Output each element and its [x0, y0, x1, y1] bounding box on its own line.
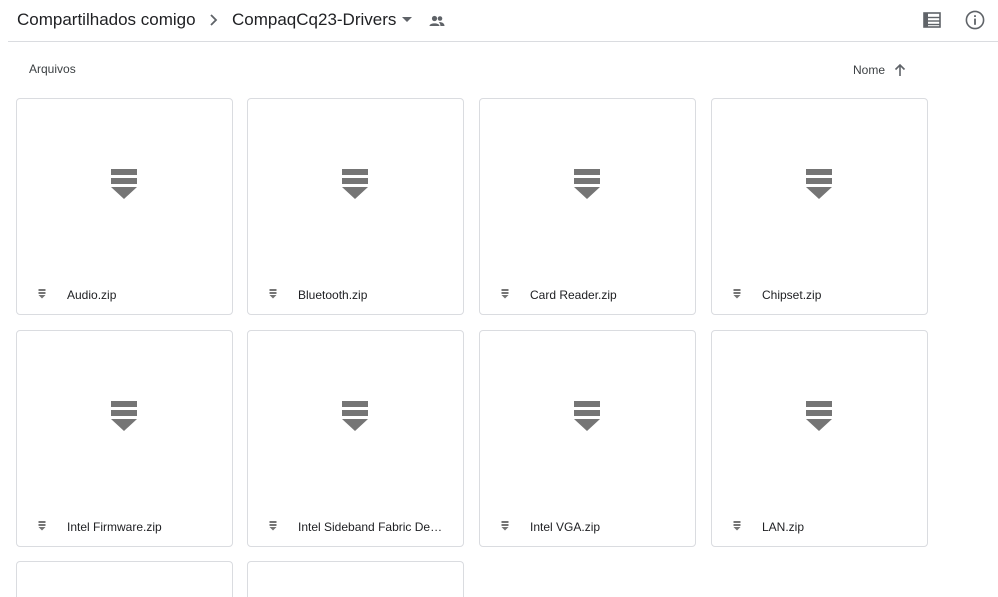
zip-file-icon: [342, 401, 368, 431]
file-name: Chipset.zip: [762, 288, 822, 302]
breadcrumb-current-folder[interactable]: CompaqCq23-Drivers: [232, 10, 396, 30]
zip-file-small-icon: [733, 521, 741, 531]
zip-file-icon: [574, 401, 600, 431]
file-name: Intel Sideband Fabric Devic...: [298, 520, 448, 534]
zip-file-icon: [806, 401, 832, 431]
chevron-right-icon: [210, 14, 218, 26]
breadcrumb-shared-with-me[interactable]: Compartilhados comigo: [17, 10, 196, 30]
section-label-files: Arquivos: [29, 62, 76, 76]
file-card[interactable]: Chipset.zip: [711, 98, 928, 315]
zip-file-small-icon: [38, 521, 46, 531]
zip-file-icon: [574, 169, 600, 199]
file-name: Bluetooth.zip: [298, 288, 368, 302]
file-name: Intel VGA.zip: [530, 520, 601, 534]
zip-file-icon: [111, 401, 137, 431]
sort-by-name-button[interactable]: Nome: [853, 60, 906, 80]
file-name: Audio.zip: [67, 288, 117, 302]
file-card[interactable]: Intel Firmware.zip: [16, 330, 233, 547]
zip-file-small-icon: [501, 521, 509, 531]
zip-file-small-icon: [38, 289, 46, 299]
caret-down-icon[interactable]: [402, 17, 412, 22]
zip-file-small-icon: [269, 289, 277, 299]
top-bar: Compartilhados comigo CompaqCq23-Drivers: [8, 0, 998, 42]
people-icon: [429, 15, 445, 26]
file-card-partial[interactable]: [16, 561, 233, 597]
info-icon[interactable]: [964, 9, 986, 31]
zip-file-small-icon: [501, 289, 509, 299]
list-view-icon[interactable]: [922, 10, 942, 30]
file-name: Intel Firmware.zip: [67, 520, 162, 534]
file-card-partial[interactable]: [247, 561, 464, 597]
zip-file-icon: [806, 169, 832, 199]
file-card[interactable]: Card Reader.zip: [479, 98, 696, 315]
file-card[interactable]: Intel Sideband Fabric Devic...: [247, 330, 464, 547]
file-card[interactable]: Bluetooth.zip: [247, 98, 464, 315]
file-name: Card Reader.zip: [530, 288, 617, 302]
file-card[interactable]: LAN.zip: [711, 330, 928, 547]
zip-file-small-icon: [269, 521, 277, 531]
sort-label: Nome: [853, 63, 886, 77]
zip-file-icon: [111, 169, 137, 199]
file-card[interactable]: Intel VGA.zip: [479, 330, 696, 547]
zip-file-small-icon: [733, 289, 741, 299]
file-card[interactable]: Audio.zip: [16, 98, 233, 315]
zip-file-icon: [342, 169, 368, 199]
arrow-up-icon: [894, 63, 906, 76]
file-name: LAN.zip: [762, 520, 805, 534]
